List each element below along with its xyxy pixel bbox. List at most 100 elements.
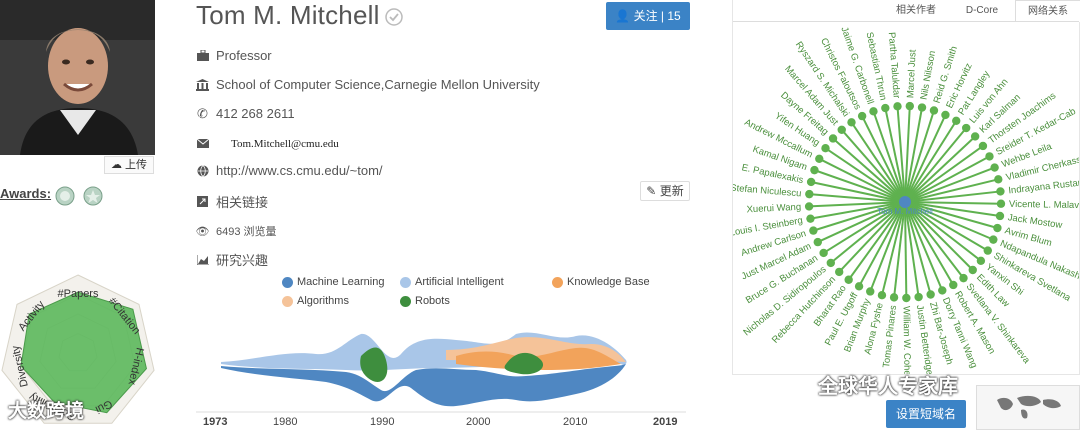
legend-swatch <box>400 276 411 288</box>
network-node[interactable] <box>993 223 1002 233</box>
network-node[interactable] <box>952 116 961 126</box>
verified-icon <box>385 8 403 26</box>
tab-related-authors[interactable]: 相关作者 <box>883 0 949 22</box>
network-node[interactable] <box>996 187 1005 196</box>
network-node[interactable] <box>926 290 935 299</box>
legend-item[interactable]: Artificial Intelligent <box>400 276 504 288</box>
related-links-link[interactable]: 相关链接 <box>216 192 268 211</box>
network-node[interactable] <box>959 273 968 283</box>
network-node[interactable] <box>837 125 846 134</box>
watermark-brand: 大数跨境 <box>8 401 85 422</box>
network-node[interactable] <box>881 103 890 113</box>
network-node[interactable] <box>847 118 856 127</box>
envelope-icon <box>196 137 209 150</box>
network-node[interactable] <box>976 256 986 265</box>
network-node[interactable] <box>809 226 818 235</box>
network-node-label[interactable]: Marcel Just <box>905 49 918 98</box>
network-node[interactable] <box>821 143 830 153</box>
network-node[interactable] <box>869 107 878 116</box>
network-node-label[interactable]: Xuerui Wang <box>746 202 801 216</box>
legend-item[interactable]: Machine Learning <box>282 276 384 288</box>
network-node[interactable] <box>806 177 816 187</box>
network-node[interactable] <box>961 123 971 133</box>
network-node[interactable] <box>917 103 927 112</box>
network-node[interactable] <box>828 134 838 143</box>
network-node-label[interactable]: Partha Talukdar <box>886 32 902 99</box>
network-node[interactable] <box>914 292 923 302</box>
legend-swatch <box>400 295 411 307</box>
network-node[interactable] <box>968 265 977 275</box>
awards-label: Awards: <box>0 186 52 201</box>
network-node[interactable] <box>866 287 875 296</box>
network-node[interactable] <box>805 189 814 199</box>
title-row: Professor <box>196 48 272 63</box>
network-node[interactable] <box>938 286 947 295</box>
briefcase-icon <box>196 49 209 62</box>
network-node-label[interactable]: William W. Cohen <box>900 306 912 374</box>
network-node[interactable] <box>810 165 819 175</box>
network-node-label[interactable]: Tomas Pinares <box>881 305 899 369</box>
legend-swatch <box>282 295 293 307</box>
network-node[interactable] <box>994 175 1003 184</box>
network-node[interactable] <box>806 214 815 223</box>
topic-legend: Machine Learning Artificial Intelligent … <box>282 276 702 316</box>
network-node[interactable] <box>989 235 998 244</box>
award-badge-icon[interactable] <box>55 186 75 206</box>
homepage-row: http://www.cs.cmu.edu/~tom/ <box>196 163 383 178</box>
network-node[interactable] <box>990 163 999 172</box>
network-node[interactable] <box>857 111 867 121</box>
network-node[interactable] <box>905 101 914 111</box>
world-map-thumbnail[interactable] <box>976 385 1080 430</box>
network-node[interactable] <box>813 237 822 247</box>
network-node[interactable] <box>889 293 899 302</box>
phone-icon: ✆ <box>197 105 208 121</box>
network-node[interactable] <box>970 132 980 141</box>
network-node[interactable] <box>854 282 864 291</box>
network-node[interactable] <box>995 211 1005 221</box>
network-edge <box>904 178 999 203</box>
network-node[interactable] <box>893 102 902 111</box>
network-edge <box>904 201 908 299</box>
area-chart-icon <box>196 253 209 266</box>
set-short-domain-button[interactable]: 设置短域名 <box>886 400 966 428</box>
tab-d-core[interactable]: D-Core <box>949 0 1015 22</box>
network-node[interactable] <box>834 267 844 277</box>
research-interests-row: 研究兴趣 <box>196 250 268 269</box>
network-node-label[interactable]: Stefan Niculescu <box>733 183 802 200</box>
network-node[interactable] <box>804 202 814 211</box>
upload-button[interactable]: ☁ 上传 <box>104 156 154 174</box>
network-node[interactable] <box>902 293 911 303</box>
homepage-link[interactable]: http://www.cs.cmu.edu/~tom/ <box>216 163 383 178</box>
follow-button[interactable]: 👤 关注 | 15 <box>606 2 690 30</box>
network-node[interactable] <box>877 290 887 300</box>
network-node[interactable] <box>949 280 958 290</box>
timeline-tick-label: 1980 <box>273 416 298 428</box>
network-center-label: Tom M. Mitchell <box>877 207 933 216</box>
watermark-expert-db: 全球华人专家库 <box>818 376 958 398</box>
award-badge-icon[interactable] <box>83 186 103 206</box>
network-node[interactable] <box>929 106 939 115</box>
legend-item[interactable]: Algorithms <box>282 295 349 307</box>
network-graph: Marcel Just Nils NilssonReid G. SmithEric… <box>733 25 1079 374</box>
legend-swatch <box>552 276 563 288</box>
legend-item[interactable]: Knowledge Base <box>552 276 650 288</box>
globe-icon <box>196 164 209 177</box>
network-node[interactable] <box>941 110 950 120</box>
network-node[interactable] <box>996 199 1006 208</box>
network-node[interactable] <box>978 141 988 151</box>
tab-network[interactable]: 网络关系 <box>1015 0 1080 22</box>
network-node[interactable] <box>826 258 835 268</box>
eye-icon: 👁 <box>195 225 210 238</box>
network-node[interactable] <box>985 152 994 161</box>
update-button[interactable]: ✎ 更新 <box>640 181 690 201</box>
tab-divider <box>733 21 1079 22</box>
network-node[interactable] <box>844 275 853 284</box>
network-node[interactable] <box>983 246 992 255</box>
network-node[interactable] <box>815 154 824 164</box>
legend-item[interactable]: Robots <box>400 295 450 307</box>
timeline-tick-label: 1990 <box>370 416 395 428</box>
stream-machine-learning <box>221 364 626 407</box>
phone-row: ✆ 412 268 2611 <box>197 105 295 122</box>
network-node-label[interactable]: Vicente L. Malave <box>1009 199 1079 211</box>
network-node[interactable] <box>819 248 828 258</box>
